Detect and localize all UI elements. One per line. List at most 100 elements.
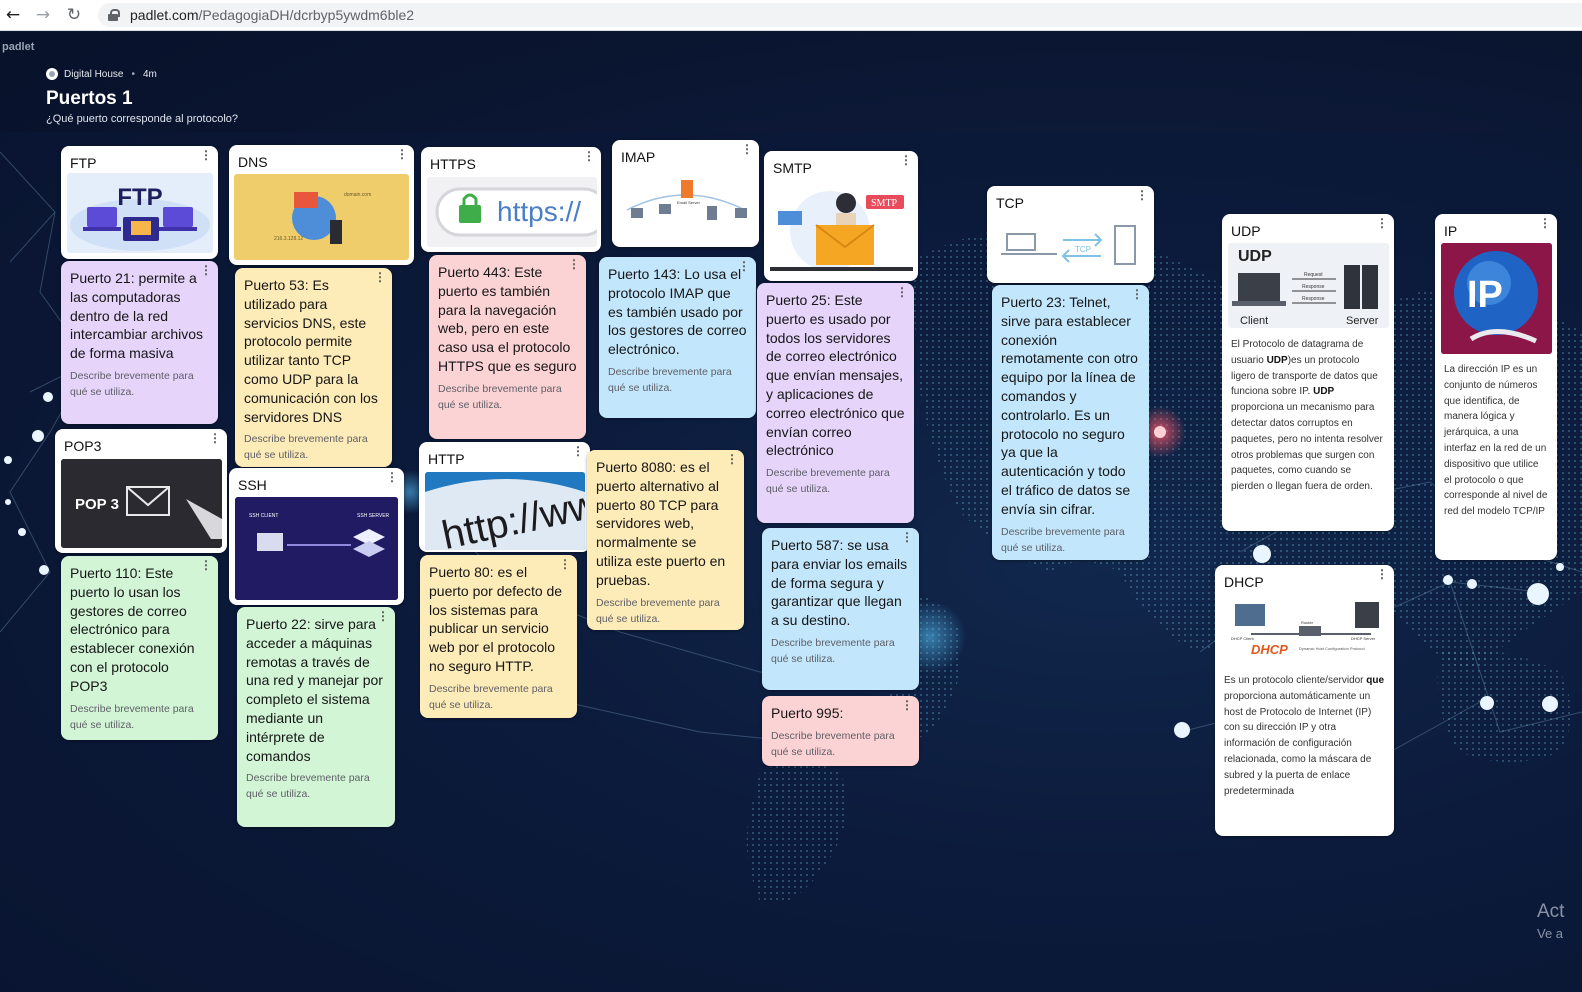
svg-text:Email Server: Email Server: [677, 200, 701, 205]
svg-text:216.3.128.12: 216.3.128.12: [274, 236, 303, 242]
post-title: DHCP: [1224, 574, 1264, 590]
svg-text:Request: Request: [1304, 272, 1323, 278]
svg-text:DHCP Server: DHCP Server: [1351, 636, 1376, 641]
post-menu-icon[interactable]: ⋮: [559, 558, 571, 570]
post-ip[interactable]: IP ⋮ IP La dirección IP es un conjunto d…: [1435, 214, 1557, 560]
http-image[interactable]: http://ww: [425, 472, 585, 550]
post-menu-icon[interactable]: ⋮: [386, 471, 398, 483]
url-text[interactable]: padlet.com/PedagogiaDH/dcrbyp5ywdm6ble2: [130, 7, 414, 23]
ip-image[interactable]: IP: [1441, 243, 1552, 354]
post-menu-icon[interactable]: ⋮: [896, 286, 908, 298]
post-menu-icon[interactable]: ⋮: [1376, 217, 1388, 229]
post-menu-icon[interactable]: ⋮: [741, 143, 753, 155]
svg-text:Router: Router: [1301, 620, 1314, 625]
post-title: TCP: [996, 195, 1024, 211]
forward-arrow-icon[interactable]: →: [32, 4, 54, 26]
post-menu-icon[interactable]: ⋮: [200, 559, 212, 571]
post-menu-icon[interactable]: ⋮: [1136, 189, 1148, 201]
post-tcp[interactable]: TCP ⋮ TCP: [987, 186, 1154, 283]
post-menu-icon[interactable]: ⋮: [583, 150, 595, 162]
post-port-8080[interactable]: ⋮ Puerto 8080: es el puerto alternativo …: [587, 450, 744, 630]
post-port-587[interactable]: ⋮ Puerto 587: se usa para enviar los ema…: [762, 528, 919, 690]
post-menu-icon[interactable]: ⋮: [738, 260, 750, 272]
post-hint: Describe brevemente para qué se utiliza.: [1001, 525, 1125, 554]
post-title: IMAP: [621, 149, 656, 165]
post-menu-icon[interactable]: ⋮: [200, 149, 212, 161]
post-menu-icon[interactable]: ⋮: [374, 271, 386, 283]
post-hint: Describe brevemente para qué se utiliza.: [70, 702, 194, 731]
post-body: Puerto 143: Lo usa el protocolo IMAP que…: [608, 266, 747, 358]
post-menu-icon[interactable]: ⋮: [1131, 288, 1143, 300]
post-ftp[interactable]: FTP ⋮ FTP: [61, 146, 218, 259]
post-ssh[interactable]: SSH ⋮ SSH CLIENT SSH SERVER: [229, 468, 404, 605]
address-bar[interactable]: padlet.com/PedagogiaDH/dcrbyp5ywdm6ble2: [98, 3, 1582, 27]
tcp-image[interactable]: TCP: [997, 222, 1147, 272]
post-dns-description[interactable]: ⋮ Puerto 53: Es utilizado para servicios…: [235, 268, 392, 467]
post-smtp[interactable]: SMTP ⋮ SMTP: [764, 151, 918, 281]
post-menu-icon[interactable]: ⋮: [901, 531, 913, 543]
post-dhcp[interactable]: DHCP ⋮ DHCP Client Router DHCP Server DH…: [1215, 565, 1394, 836]
post-dns[interactable]: DNS ⋮ domain.com 216.3.128.12: [229, 145, 414, 265]
post-hint: Describe brevemente para qué se utiliza.: [766, 467, 890, 496]
reload-icon[interactable]: ↻: [63, 4, 85, 26]
post-body: Es un protocolo cliente/servidor que pro…: [1224, 675, 1385, 797]
post-menu-icon[interactable]: ⋮: [901, 699, 913, 711]
post-menu-icon[interactable]: ⋮: [1539, 217, 1551, 229]
svg-text:SSH CLIENT: SSH CLIENT: [249, 513, 278, 519]
post-udp[interactable]: UDP ⋮ UDP Request Response Response Clie…: [1222, 214, 1394, 531]
post-pop3-description[interactable]: ⋮ Puerto 110: Este puerto lo usan los ge…: [61, 556, 218, 740]
post-menu-icon[interactable]: ⋮: [209, 432, 221, 444]
dhcp-image[interactable]: DHCP Client Router DHCP Server DHCP Dyna…: [1221, 594, 1389, 666]
post-menu-icon[interactable]: ⋮: [396, 148, 408, 160]
post-menu-icon[interactable]: ⋮: [568, 258, 580, 270]
post-body: El Protocolo de datagrama de usuario UDP…: [1231, 339, 1383, 493]
dhcp-illustration: DHCP Client Router DHCP Server DHCP Dyna…: [1231, 602, 1379, 657]
post-body: Puerto 80: es el puerto por defecto de l…: [429, 564, 563, 674]
post-https[interactable]: HTTPS ⋮ https://: [421, 147, 601, 252]
post-imap[interactable]: IMAP ⋮ Email Server: [612, 140, 759, 247]
post-http[interactable]: HTTP ⋮ http://ww: [419, 442, 590, 552]
post-hint: Describe brevemente para qué se utiliza.: [70, 369, 194, 398]
author-avatar[interactable]: [46, 68, 58, 80]
svg-text:https://: https://: [497, 196, 581, 227]
post-hint: Describe brevemente para qué se utiliza.: [246, 772, 370, 801]
post-menu-icon[interactable]: ⋮: [200, 264, 212, 276]
tcp-illustration: TCP: [1001, 225, 1136, 265]
post-imap-description[interactable]: ⋮ Puerto 143: Lo usa el protocolo IMAP q…: [599, 257, 756, 418]
post-menu-icon[interactable]: ⋮: [377, 610, 389, 622]
post-body: Puerto 8080: es el puerto alternativo al…: [596, 459, 726, 588]
post-tcp-description[interactable]: ⋮ Puerto 23: Telnet, sirve para establec…: [992, 285, 1149, 560]
ssh-image[interactable]: SSH CLIENT SSH SERVER: [235, 497, 398, 600]
ftp-image[interactable]: FTP: [67, 173, 213, 253]
svg-text:Response: Response: [1302, 284, 1325, 290]
post-menu-icon[interactable]: ⋮: [572, 445, 584, 457]
back-arrow-icon[interactable]: ←: [2, 4, 24, 26]
dns-image[interactable]: domain.com 216.3.128.12: [234, 174, 409, 260]
post-smtp-description[interactable]: ⋮ Puerto 25: Este puerto es usado por to…: [757, 283, 914, 523]
padlet-board: padlet Digital House • 4m Puertos 1 ¿Qué…: [0, 32, 1582, 992]
svg-text:Client: Client: [1240, 315, 1268, 327]
svg-text:TCP: TCP: [1075, 245, 1091, 254]
post-title: HTTPS: [430, 156, 476, 172]
imap-illustration: Email Server: [626, 180, 747, 220]
post-pop3[interactable]: POP3 ⋮ POP 3: [55, 429, 227, 553]
post-menu-icon[interactable]: ⋮: [726, 453, 738, 465]
post-menu-icon[interactable]: ⋮: [900, 154, 912, 166]
pop3-image[interactable]: POP 3: [61, 459, 222, 548]
post-body: Puerto 995:: [771, 705, 844, 721]
post-ssh-description[interactable]: ⋮ Puerto 22: sirve para acceder a máquin…: [237, 607, 395, 827]
smtp-image[interactable]: SMTP: [770, 181, 913, 277]
post-port-995[interactable]: ⋮ Puerto 995: Describe brevemente para q…: [762, 696, 919, 766]
post-ftp-description[interactable]: ⋮ Puerto 21: permite a las computadoras …: [61, 261, 218, 424]
post-http-description[interactable]: ⋮ Puerto 80: es el puerto por defecto de…: [420, 555, 577, 718]
post-menu-icon[interactable]: ⋮: [1376, 568, 1388, 580]
post-body: Puerto 443: Este puerto es también para …: [438, 264, 577, 374]
post-https-description[interactable]: ⋮ Puerto 443: Este puerto es también par…: [429, 255, 586, 439]
udp-image[interactable]: UDP Request Response Response Client Ser…: [1228, 243, 1389, 328]
imap-image[interactable]: Email Server: [617, 170, 754, 242]
post-body: Puerto 22: sirve para acceder a máquinas…: [246, 616, 383, 764]
https-image[interactable]: https://: [427, 177, 597, 247]
padlet-logo[interactable]: padlet: [2, 41, 34, 53]
author-name[interactable]: Digital House: [64, 69, 123, 80]
board-title: Puertos 1: [46, 88, 133, 109]
